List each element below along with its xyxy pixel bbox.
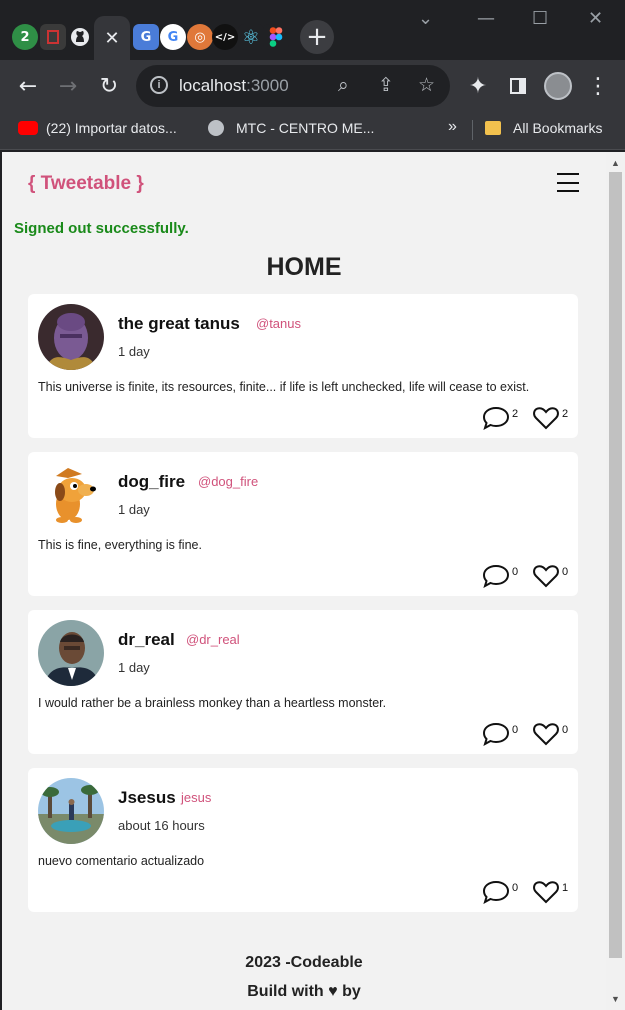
avatar[interactable] — [38, 778, 104, 844]
reload-icon[interactable]: ↻ — [95, 72, 123, 100]
bookmarks-overflow-icon[interactable]: » — [448, 118, 457, 136]
tab-google-icon[interactable]: G — [160, 24, 186, 50]
tab-react-icon[interactable]: ⚛ — [238, 24, 264, 50]
toolbar: ← → ↻ i localhost:3000 ⌕ ⇪ ☆ ✦ ⋮ — [0, 60, 625, 112]
tweet-body: nuevo comentario actualizado — [38, 854, 205, 868]
address-bar[interactable]: i localhost:3000 ⌕ ⇪ ☆ — [136, 65, 450, 107]
avatar[interactable] — [38, 462, 104, 528]
tweet-author-name[interactable]: dog_fire — [118, 472, 185, 492]
avatar[interactable] — [38, 304, 104, 370]
tab-search-chevron-icon[interactable]: ⌄ — [418, 8, 433, 29]
url-text[interactable]: localhost:3000 — [179, 76, 289, 96]
comment-count: 0 — [512, 566, 519, 578]
folder-icon — [485, 121, 501, 135]
side-panel-icon[interactable] — [504, 72, 532, 100]
comment-count: 2 — [512, 408, 519, 420]
like-count: 1 — [562, 882, 569, 894]
tweet-author-name[interactable]: Jsesus — [118, 788, 176, 808]
extensions-icon[interactable]: ✦ — [464, 72, 492, 100]
globe-icon — [208, 120, 224, 136]
page-viewport: { Tweetable } Signed out successfully. H… — [2, 152, 606, 1010]
scrollbar-thumb[interactable] — [609, 172, 622, 958]
bookmark-mtc[interactable]: MTC - CENTRO ME... — [208, 120, 374, 136]
comment-icon[interactable] — [482, 880, 510, 904]
heart-icon[interactable] — [532, 722, 560, 746]
comment-count: 0 — [512, 724, 519, 736]
tweet-author-handle[interactable]: jesus — [181, 790, 211, 805]
tweet-author-handle[interactable]: @dog_fire — [198, 474, 258, 489]
back-arrow-icon[interactable]: ← — [14, 72, 42, 100]
tab-translate-icon[interactable]: G — [133, 24, 159, 50]
share-icon[interactable]: ⇪ — [378, 74, 394, 96]
forward-arrow-icon[interactable]: → — [54, 72, 82, 100]
bookmark-star-icon[interactable]: ☆ — [418, 74, 435, 96]
browser-chrome: 2 ✕ G G ◎ </> ⚛ + ⌄ — ☐ ✕ ← → ↻ i localh… — [0, 0, 625, 152]
tab-active-close-icon[interactable]: ✕ — [94, 16, 130, 60]
tab-whatsapp[interactable]: 2 — [12, 24, 38, 50]
like-count: 0 — [562, 566, 569, 578]
scroll-down-icon[interactable]: ▼ — [611, 994, 620, 1004]
heart-icon[interactable] — [532, 564, 560, 588]
heart-icon[interactable] — [532, 880, 560, 904]
minimize-icon[interactable]: — — [477, 8, 495, 29]
tab-github-icon[interactable] — [67, 24, 93, 50]
profile-avatar[interactable] — [544, 72, 572, 100]
tab-badge: 2 — [20, 29, 30, 45]
new-tab-icon[interactable]: + — [300, 20, 334, 54]
all-bookmarks[interactable]: All Bookmarks — [485, 120, 602, 136]
bookmark-youtube[interactable]: (22) Importar datos... — [18, 120, 177, 136]
tweet-time: 1 day — [118, 344, 150, 359]
tab-notion-icon[interactable] — [40, 24, 66, 50]
zoom-icon[interactable]: ⌕ — [338, 74, 349, 96]
app-navbar: { Tweetable } — [2, 152, 606, 212]
hamburger-menu-icon[interactable] — [557, 173, 579, 192]
tweet-body: I would rather be a brainless monkey tha… — [38, 696, 387, 710]
tweet-card: dog_fire @dog_fire 1 day This is fine, e… — [28, 452, 578, 596]
tab-basketball-icon[interactable]: ◎ — [187, 24, 213, 50]
tab-code-icon[interactable]: </> — [212, 24, 238, 50]
tweet-card: Jsesus jesus about 16 hours nuevo coment… — [28, 768, 578, 912]
tweet-author-handle[interactable]: @tanus — [256, 316, 301, 331]
maximize-icon[interactable]: ☐ — [532, 8, 548, 29]
bookmarks-divider — [472, 120, 473, 140]
tweet-card: dr_real @dr_real 1 day I would rather be… — [28, 610, 578, 754]
page-title: HOME — [266, 253, 342, 281]
bookmarks-bar: (22) Importar datos... MTC - CENTRO ME..… — [0, 112, 625, 150]
tweet-time: 1 day — [118, 502, 150, 517]
site-info-icon[interactable]: i — [150, 76, 168, 94]
brand-logo[interactable]: { Tweetable } — [28, 173, 144, 195]
tweet-card: the great tanus @tanus 1 day This univer… — [28, 294, 578, 438]
youtube-icon — [18, 121, 38, 135]
tweet-author-handle[interactable]: @dr_real — [186, 632, 240, 647]
like-count: 0 — [562, 724, 569, 736]
comment-count: 0 — [512, 882, 519, 894]
comment-icon[interactable] — [482, 722, 510, 746]
heart-icon[interactable] — [532, 406, 560, 430]
like-count: 2 — [562, 408, 569, 420]
menu-dots-icon[interactable]: ⋮ — [584, 72, 612, 100]
avatar[interactable] — [38, 620, 104, 686]
tab-strip: 2 ✕ G G ◎ </> ⚛ + ⌄ — ☐ ✕ — [0, 0, 625, 60]
comment-icon[interactable] — [482, 564, 510, 588]
tweet-time: about 16 hours — [118, 818, 205, 833]
tweet-body: This universe is finite, its resources, … — [38, 380, 530, 394]
tweet-author-name[interactable]: dr_real — [118, 630, 175, 650]
footer-copyright: 2023 -Codeable — [245, 954, 363, 971]
page-scrollbar[interactable]: ▲ ▼ — [606, 152, 625, 1010]
flash-notice: Signed out successfully. — [14, 220, 189, 237]
comment-icon[interactable] — [482, 406, 510, 430]
tweet-body: This is fine, everything is fine. — [38, 538, 202, 552]
tweet-author-name[interactable]: the great tanus — [118, 314, 240, 334]
tweet-time: 1 day — [118, 660, 150, 675]
close-window-icon[interactable]: ✕ — [588, 8, 603, 29]
scroll-up-icon[interactable]: ▲ — [611, 158, 620, 168]
tab-figma-icon[interactable] — [263, 24, 289, 50]
footer-credit: Build with ♥ by — [247, 983, 361, 1000]
